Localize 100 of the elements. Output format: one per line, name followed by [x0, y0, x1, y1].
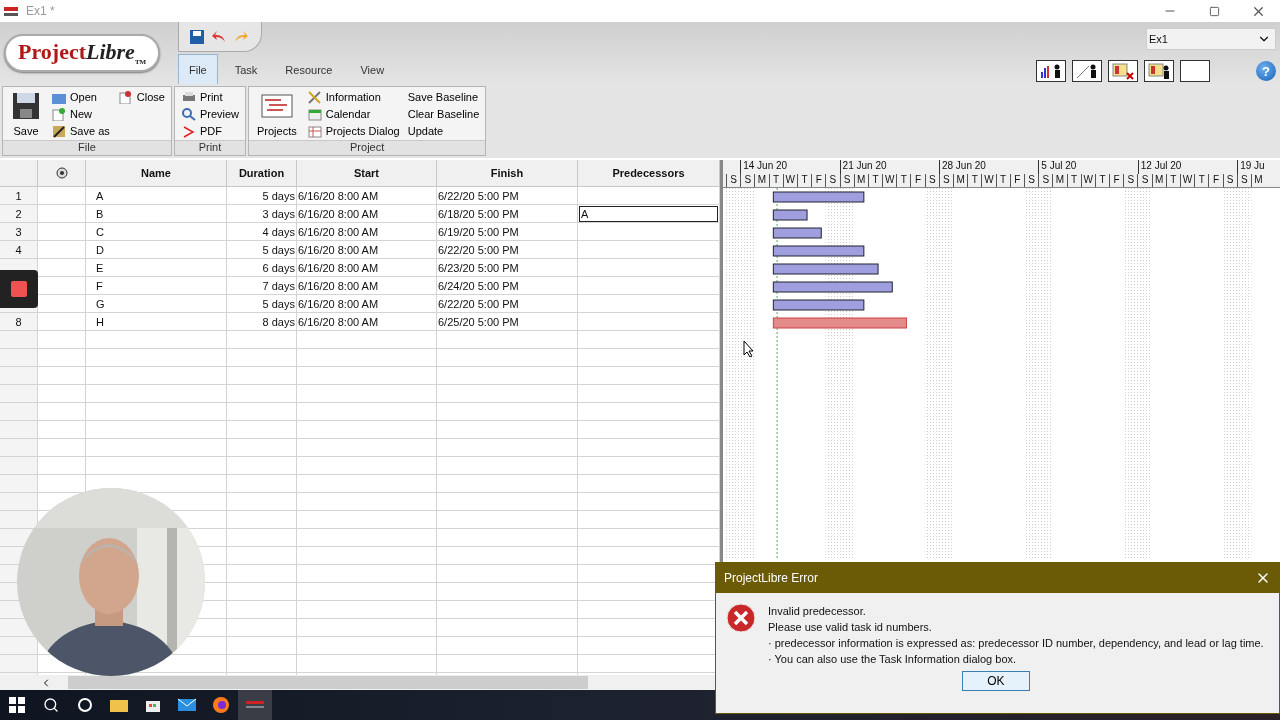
message-text: · predecessor information is expressed as: predecessor ID number, dependency, and lead or lag time.	[768, 637, 1264, 649]
column-header[interactable]: Finish	[437, 160, 578, 187]
table-cell: 3 days	[227, 205, 297, 223]
row-number: 8	[0, 313, 38, 331]
dropdown-value: Ex1	[1149, 33, 1168, 45]
ribbon-button[interactable]: Open	[51, 89, 110, 104]
ribbon-button[interactable]: Close	[117, 89, 165, 104]
message-text: · You can also use the Task Information dialog box.	[768, 653, 1018, 665]
ribbon-button[interactable]: Calendar	[306, 106, 400, 121]
row-number: 2	[0, 205, 38, 223]
day-label: M	[853, 174, 868, 187]
day-label: S	[938, 174, 953, 187]
ribbon-button[interactable]: New	[51, 106, 110, 121]
table-cell: A	[86, 187, 227, 205]
day-label: S	[1222, 174, 1237, 187]
table-cell: 5 days	[227, 241, 297, 259]
table-cell: 6/19/20 5:00 PM	[437, 223, 578, 241]
day-label: F	[811, 174, 826, 187]
day-label: M	[754, 174, 769, 187]
day-label: S	[726, 174, 741, 187]
day-label: S	[1137, 174, 1152, 187]
ribbon-button[interactable]: Clear Baseline	[407, 106, 480, 121]
ok-button[interactable]: OK	[961, 671, 1030, 691]
project-dropdown[interactable]: Ex1	[1146, 28, 1276, 50]
table-cell: 4 days	[227, 223, 297, 241]
table-cell: B	[86, 205, 227, 223]
table-cell: 8 days	[227, 313, 297, 331]
table-cell: 6/16/20 8:00 AM	[297, 187, 437, 205]
day-label: S	[1038, 174, 1053, 187]
column-header[interactable]: Name	[86, 160, 227, 187]
row-number: 4	[0, 241, 38, 259]
day-label: F	[1208, 174, 1223, 187]
message-text: Invalid predecessor.	[768, 605, 867, 617]
table-cell: H	[86, 313, 227, 331]
day-label: M	[953, 174, 968, 187]
table-cell: 6/22/20 5:00 PM	[437, 295, 578, 313]
window-title: Ex1 *	[26, 4, 55, 18]
row-number: 1	[0, 187, 38, 205]
day-label: W	[1180, 174, 1195, 187]
day-label: M	[1151, 174, 1166, 187]
ribbon-button[interactable]: Save as	[51, 123, 110, 138]
day-label: W	[782, 174, 797, 187]
cell-editor[interactable]: A	[579, 205, 718, 222]
table-cell: G	[86, 295, 227, 313]
app-logo: ProjectLibre$_{TM}$	[4, 34, 161, 72]
table-cell: 7 days	[227, 277, 297, 295]
day-label: W	[1080, 174, 1095, 187]
day-label: W	[882, 174, 897, 187]
day-label: S	[1236, 174, 1251, 187]
day-label: F	[1009, 174, 1024, 187]
table-cell: 6/22/20 5:00 PM	[437, 187, 578, 205]
day-label: T	[896, 174, 911, 187]
group-label: Project	[249, 140, 486, 155]
table-cell: C	[86, 223, 227, 241]
ribbon-button[interactable]: Save	[9, 89, 43, 139]
table-cell: 6/23/20 5:00 PM	[437, 259, 578, 277]
ribbon-button[interactable]: Preview	[180, 106, 239, 121]
table-cell: F	[86, 277, 227, 295]
ribbon-button[interactable]: Information	[306, 89, 400, 104]
day-label: T	[967, 174, 982, 187]
dialog-title: ProjectLibre Error	[724, 571, 819, 585]
ribbon-button[interactable]: PDF	[180, 123, 239, 138]
column-header[interactable]: Start	[297, 160, 437, 187]
ribbon-button[interactable]: Projects	[255, 89, 299, 139]
table-cell: 5 days	[227, 295, 297, 313]
column-header[interactable]: Duration	[227, 160, 297, 187]
table-cell: 6 days	[227, 259, 297, 277]
ribbon-button[interactable]: Projects Dialog	[306, 123, 400, 138]
table-cell: 6/16/20 8:00 AM	[297, 205, 437, 223]
row-number: 3	[0, 223, 38, 241]
table-cell: D	[86, 241, 227, 259]
day-label: T	[995, 174, 1010, 187]
day-label: F	[910, 174, 925, 187]
ribbon-tab[interactable]: File	[178, 54, 218, 84]
table-cell: E	[86, 259, 227, 277]
table-cell: 6/16/20 8:00 AM	[297, 223, 437, 241]
ribbon-button[interactable]: Update	[407, 123, 480, 138]
table-cell: 6/16/20 8:00 AM	[297, 259, 437, 277]
column-header[interactable]: Predecessors	[578, 160, 720, 187]
ribbon-tab[interactable]: View	[349, 54, 396, 84]
day-label: T	[796, 174, 812, 187]
table-cell: 6/16/20 8:00 AM	[297, 295, 437, 313]
ribbon-button[interactable]: Save Baseline	[407, 89, 480, 104]
day-label: M	[1052, 174, 1067, 187]
table-cell: 6/18/20 5:00 PM	[437, 205, 578, 223]
day-label: T	[1165, 174, 1180, 187]
group-label: File	[3, 140, 171, 155]
ribbon-tab[interactable]: Task	[223, 54, 269, 84]
ribbon-button[interactable]: Print	[180, 89, 239, 104]
table-cell: 6/25/20 5:00 PM	[437, 313, 578, 331]
day-label: S	[924, 174, 939, 187]
day-label: T	[1066, 174, 1081, 187]
day-label: T	[867, 174, 883, 187]
day-label: S	[1023, 174, 1039, 187]
ribbon-tab[interactable]: Resource	[274, 54, 344, 84]
table-cell: 6/16/20 8:00 AM	[297, 313, 437, 331]
message-text: Please use valid task id numbers.	[768, 621, 933, 633]
day-label: T	[1194, 174, 1209, 187]
table-cell: 6/24/20 5:00 PM	[437, 277, 578, 295]
table-cell: 6/16/20 8:00 AM	[297, 241, 437, 259]
